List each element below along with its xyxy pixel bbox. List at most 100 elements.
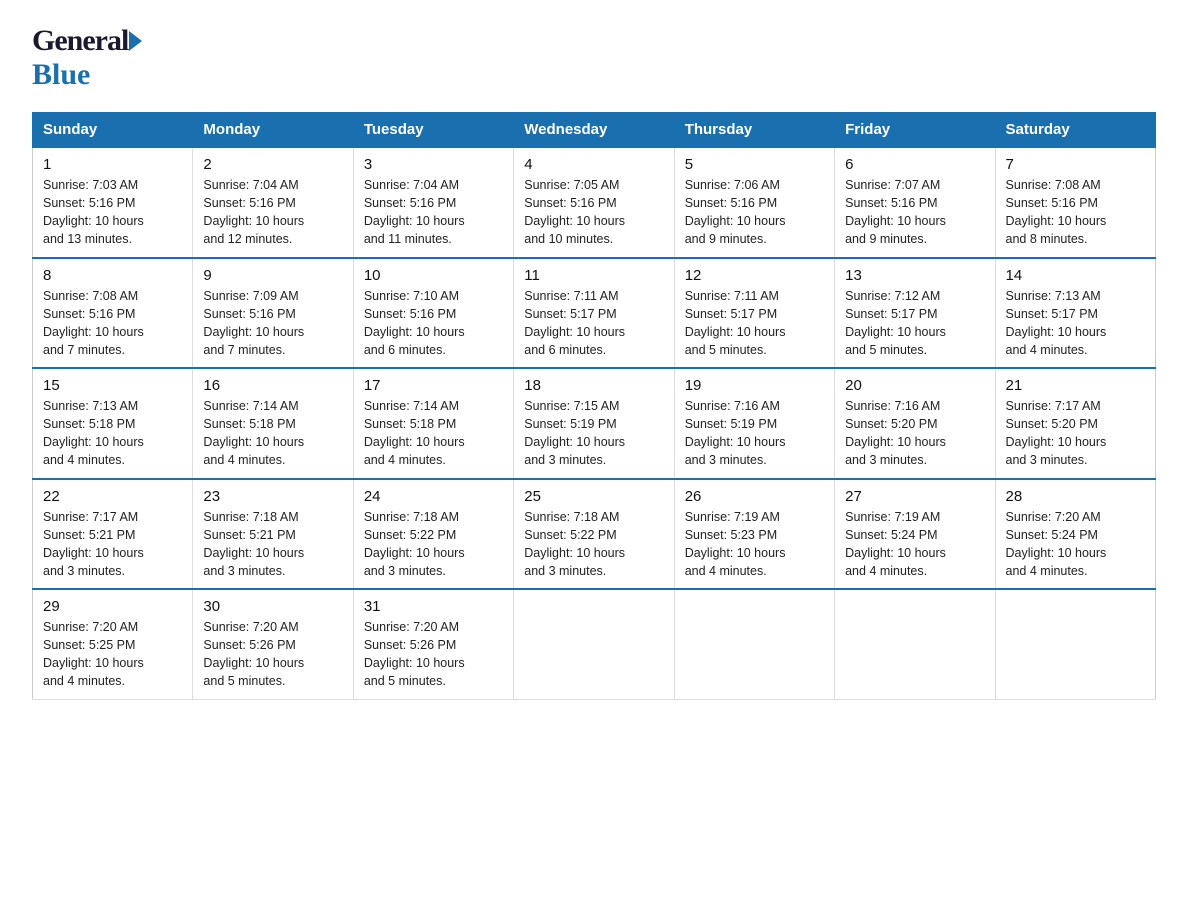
- calendar-cell: 26 Sunrise: 7:19 AMSunset: 5:23 PMDaylig…: [674, 479, 834, 590]
- calendar-week-row: 22 Sunrise: 7:17 AMSunset: 5:21 PMDaylig…: [33, 479, 1156, 590]
- day-info: Sunrise: 7:16 AMSunset: 5:19 PMDaylight:…: [685, 399, 786, 467]
- day-info: Sunrise: 7:04 AMSunset: 5:16 PMDaylight:…: [364, 178, 465, 246]
- calendar-week-row: 29 Sunrise: 7:20 AMSunset: 5:25 PMDaylig…: [33, 589, 1156, 699]
- day-info: Sunrise: 7:10 AMSunset: 5:16 PMDaylight:…: [364, 289, 465, 357]
- day-number: 28: [1006, 488, 1145, 505]
- day-info: Sunrise: 7:07 AMSunset: 5:16 PMDaylight:…: [845, 178, 946, 246]
- calendar-cell: 9 Sunrise: 7:09 AMSunset: 5:16 PMDayligh…: [193, 258, 353, 369]
- calendar-cell: 24 Sunrise: 7:18 AMSunset: 5:22 PMDaylig…: [353, 479, 513, 590]
- day-number: 19: [685, 377, 824, 394]
- column-header-tuesday: Tuesday: [353, 113, 513, 148]
- calendar-cell: 21 Sunrise: 7:17 AMSunset: 5:20 PMDaylig…: [995, 368, 1155, 479]
- day-info: Sunrise: 7:16 AMSunset: 5:20 PMDaylight:…: [845, 399, 946, 467]
- day-number: 27: [845, 488, 984, 505]
- calendar-cell: 14 Sunrise: 7:13 AMSunset: 5:17 PMDaylig…: [995, 258, 1155, 369]
- calendar-cell: 23 Sunrise: 7:18 AMSunset: 5:21 PMDaylig…: [193, 479, 353, 590]
- day-number: 30: [203, 598, 342, 615]
- day-info: Sunrise: 7:20 AMSunset: 5:24 PMDaylight:…: [1006, 510, 1107, 578]
- day-info: Sunrise: 7:11 AMSunset: 5:17 PMDaylight:…: [685, 289, 786, 357]
- day-number: 24: [364, 488, 503, 505]
- day-number: 9: [203, 267, 342, 284]
- calendar-cell: 31 Sunrise: 7:20 AMSunset: 5:26 PMDaylig…: [353, 589, 513, 699]
- column-header-thursday: Thursday: [674, 113, 834, 148]
- calendar-cell: 13 Sunrise: 7:12 AMSunset: 5:17 PMDaylig…: [835, 258, 995, 369]
- calendar-table: SundayMondayTuesdayWednesdayThursdayFrid…: [32, 112, 1156, 700]
- calendar-cell: 4 Sunrise: 7:05 AMSunset: 5:16 PMDayligh…: [514, 147, 674, 258]
- logo: General Blue: [32, 24, 142, 92]
- day-info: Sunrise: 7:09 AMSunset: 5:16 PMDaylight:…: [203, 289, 304, 357]
- day-info: Sunrise: 7:20 AMSunset: 5:25 PMDaylight:…: [43, 620, 144, 688]
- day-info: Sunrise: 7:18 AMSunset: 5:22 PMDaylight:…: [364, 510, 465, 578]
- day-number: 12: [685, 267, 824, 284]
- day-number: 15: [43, 377, 182, 394]
- day-info: Sunrise: 7:18 AMSunset: 5:22 PMDaylight:…: [524, 510, 625, 578]
- calendar-cell: 16 Sunrise: 7:14 AMSunset: 5:18 PMDaylig…: [193, 368, 353, 479]
- day-info: Sunrise: 7:20 AMSunset: 5:26 PMDaylight:…: [203, 620, 304, 688]
- logo-triangle-icon: [129, 31, 142, 51]
- calendar-cell: 2 Sunrise: 7:04 AMSunset: 5:16 PMDayligh…: [193, 147, 353, 258]
- day-number: 2: [203, 156, 342, 173]
- day-info: Sunrise: 7:08 AMSunset: 5:16 PMDaylight:…: [1006, 178, 1107, 246]
- column-header-friday: Friday: [835, 113, 995, 148]
- calendar-cell: 20 Sunrise: 7:16 AMSunset: 5:20 PMDaylig…: [835, 368, 995, 479]
- day-number: 7: [1006, 156, 1145, 173]
- calendar-cell: 22 Sunrise: 7:17 AMSunset: 5:21 PMDaylig…: [33, 479, 193, 590]
- calendar-cell: 10 Sunrise: 7:10 AMSunset: 5:16 PMDaylig…: [353, 258, 513, 369]
- day-info: Sunrise: 7:11 AMSunset: 5:17 PMDaylight:…: [524, 289, 625, 357]
- day-info: Sunrise: 7:13 AMSunset: 5:18 PMDaylight:…: [43, 399, 144, 467]
- day-number: 17: [364, 377, 503, 394]
- day-number: 26: [685, 488, 824, 505]
- day-info: Sunrise: 7:12 AMSunset: 5:17 PMDaylight:…: [845, 289, 946, 357]
- day-info: Sunrise: 7:18 AMSunset: 5:21 PMDaylight:…: [203, 510, 304, 578]
- day-number: 13: [845, 267, 984, 284]
- day-number: 20: [845, 377, 984, 394]
- calendar-header-row: SundayMondayTuesdayWednesdayThursdayFrid…: [33, 113, 1156, 148]
- day-number: 4: [524, 156, 663, 173]
- calendar-cell: 7 Sunrise: 7:08 AMSunset: 5:16 PMDayligh…: [995, 147, 1155, 258]
- calendar-cell: 15 Sunrise: 7:13 AMSunset: 5:18 PMDaylig…: [33, 368, 193, 479]
- column-header-wednesday: Wednesday: [514, 113, 674, 148]
- day-info: Sunrise: 7:20 AMSunset: 5:26 PMDaylight:…: [364, 620, 465, 688]
- logo-blue-text: Blue: [32, 58, 90, 92]
- day-number: 18: [524, 377, 663, 394]
- calendar-cell: 28 Sunrise: 7:20 AMSunset: 5:24 PMDaylig…: [995, 479, 1155, 590]
- day-info: Sunrise: 7:06 AMSunset: 5:16 PMDaylight:…: [685, 178, 786, 246]
- day-number: 22: [43, 488, 182, 505]
- day-number: 14: [1006, 267, 1145, 284]
- day-number: 21: [1006, 377, 1145, 394]
- page-header: General Blue: [32, 24, 1156, 92]
- calendar-cell: 29 Sunrise: 7:20 AMSunset: 5:25 PMDaylig…: [33, 589, 193, 699]
- day-info: Sunrise: 7:13 AMSunset: 5:17 PMDaylight:…: [1006, 289, 1107, 357]
- day-info: Sunrise: 7:05 AMSunset: 5:16 PMDaylight:…: [524, 178, 625, 246]
- day-info: Sunrise: 7:17 AMSunset: 5:21 PMDaylight:…: [43, 510, 144, 578]
- day-info: Sunrise: 7:19 AMSunset: 5:24 PMDaylight:…: [845, 510, 946, 578]
- day-info: Sunrise: 7:15 AMSunset: 5:19 PMDaylight:…: [524, 399, 625, 467]
- day-number: 31: [364, 598, 503, 615]
- day-number: 16: [203, 377, 342, 394]
- calendar-cell: [995, 589, 1155, 699]
- calendar-cell: 12 Sunrise: 7:11 AMSunset: 5:17 PMDaylig…: [674, 258, 834, 369]
- day-number: 11: [524, 267, 663, 284]
- calendar-week-row: 1 Sunrise: 7:03 AMSunset: 5:16 PMDayligh…: [33, 147, 1156, 258]
- day-number: 5: [685, 156, 824, 173]
- day-info: Sunrise: 7:08 AMSunset: 5:16 PMDaylight:…: [43, 289, 144, 357]
- calendar-cell: 25 Sunrise: 7:18 AMSunset: 5:22 PMDaylig…: [514, 479, 674, 590]
- calendar-cell: 8 Sunrise: 7:08 AMSunset: 5:16 PMDayligh…: [33, 258, 193, 369]
- day-number: 1: [43, 156, 182, 173]
- calendar-cell: 6 Sunrise: 7:07 AMSunset: 5:16 PMDayligh…: [835, 147, 995, 258]
- calendar-cell: [514, 589, 674, 699]
- day-number: 8: [43, 267, 182, 284]
- day-number: 6: [845, 156, 984, 173]
- day-number: 25: [524, 488, 663, 505]
- calendar-cell: 19 Sunrise: 7:16 AMSunset: 5:19 PMDaylig…: [674, 368, 834, 479]
- calendar-cell: 27 Sunrise: 7:19 AMSunset: 5:24 PMDaylig…: [835, 479, 995, 590]
- calendar-cell: 17 Sunrise: 7:14 AMSunset: 5:18 PMDaylig…: [353, 368, 513, 479]
- calendar-cell: 11 Sunrise: 7:11 AMSunset: 5:17 PMDaylig…: [514, 258, 674, 369]
- calendar-week-row: 15 Sunrise: 7:13 AMSunset: 5:18 PMDaylig…: [33, 368, 1156, 479]
- calendar-cell: 30 Sunrise: 7:20 AMSunset: 5:26 PMDaylig…: [193, 589, 353, 699]
- calendar-cell: 3 Sunrise: 7:04 AMSunset: 5:16 PMDayligh…: [353, 147, 513, 258]
- column-header-monday: Monday: [193, 113, 353, 148]
- logo-general-text: General: [32, 24, 128, 58]
- day-number: 29: [43, 598, 182, 615]
- day-info: Sunrise: 7:14 AMSunset: 5:18 PMDaylight:…: [203, 399, 304, 467]
